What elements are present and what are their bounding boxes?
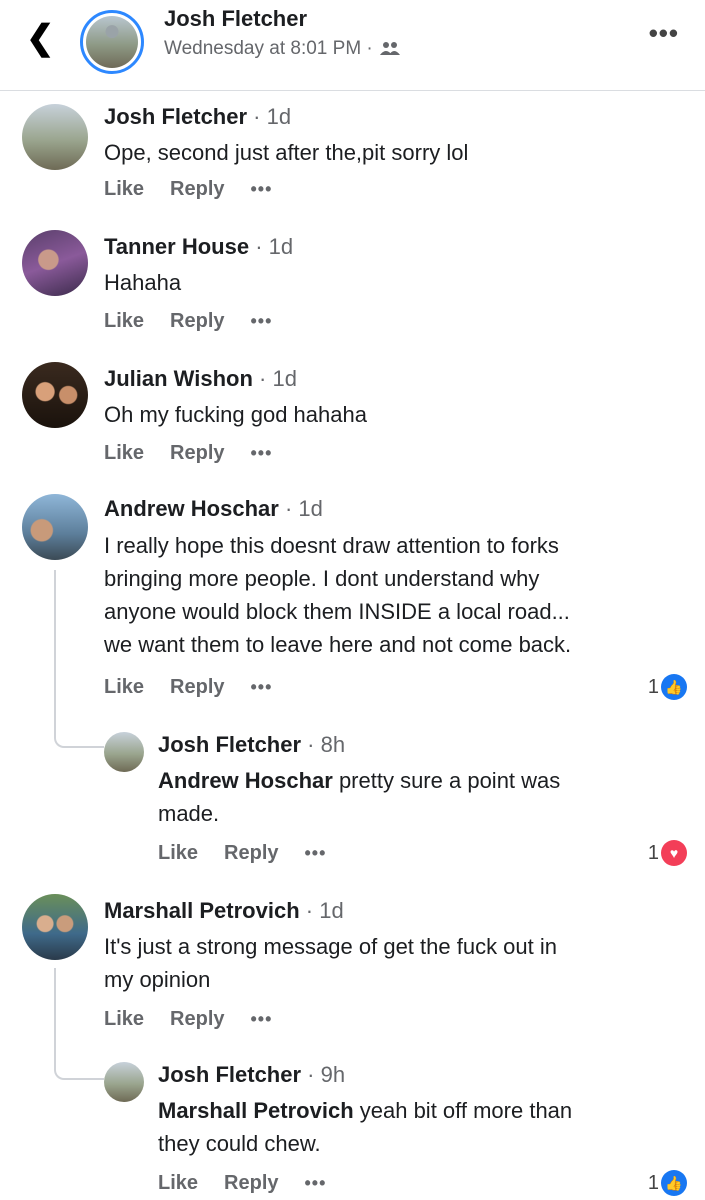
comment-actions: Like Reply ••• (158, 842, 326, 865)
reply-button[interactable]: Reply (170, 310, 224, 333)
commenter-name[interactable]: Josh Fletcher · 8h (158, 732, 345, 758)
commenter-name-text[interactable]: Julian Wishon (104, 366, 253, 391)
comment-text: It's just a strong message of get the fu… (104, 930, 557, 996)
avatar[interactable] (22, 362, 88, 428)
timestamp-text: Wednesday at 8:01 PM · (164, 38, 373, 59)
reply-button[interactable]: Reply (224, 1172, 278, 1195)
like-button[interactable]: Like (104, 442, 144, 465)
more-icon[interactable]: ••• (251, 1009, 273, 1030)
comment-time: · 1d (305, 898, 344, 923)
comment-actions: Like Reply ••• (104, 310, 272, 333)
comment-text-line: they could chew. (158, 1131, 321, 1156)
more-icon[interactable]: ••• (251, 179, 273, 200)
commenter-name-text[interactable]: Josh Fletcher (158, 1062, 301, 1087)
more-icon[interactable]: ••• (251, 311, 273, 332)
author-name[interactable]: Josh Fletcher (164, 6, 307, 32)
reaction-summary[interactable]: 1 ♥ (648, 840, 687, 866)
avatar[interactable] (80, 10, 144, 74)
more-icon[interactable]: ••• (251, 443, 273, 464)
comment-time: · 1d (255, 234, 294, 259)
comment-text-line: we want them to leave here and not come … (104, 632, 572, 657)
post-timestamp: Wednesday at 8:01 PM · (164, 38, 401, 60)
reply-button[interactable]: Reply (224, 842, 278, 865)
commenter-name[interactable]: Marshall Petrovich · 1d (104, 898, 344, 924)
thread-connector (54, 968, 104, 1080)
more-icon[interactable]: ••• (251, 677, 273, 698)
mention-link[interactable]: Marshall Petrovich (158, 1098, 354, 1123)
commenter-name[interactable]: Andrew Hoschar · 1d (104, 496, 323, 522)
commenter-name-text[interactable]: Marshall Petrovich (104, 898, 300, 923)
heart-icon: ♥ (661, 840, 687, 866)
comment-time: · 9h (307, 1062, 346, 1087)
comment-text: I really hope this doesnt draw attention… (104, 529, 571, 661)
commenter-name[interactable]: Julian Wishon · 1d (104, 366, 297, 392)
comment-text-line: made. (158, 801, 220, 826)
comment-text: Oh my fucking god hahaha (104, 402, 367, 427)
avatar[interactable] (22, 104, 88, 170)
reaction-count: 1 (647, 1171, 659, 1194)
comment-actions: Like Reply ••• (104, 1008, 272, 1031)
comment-time: · 1d (284, 496, 323, 521)
commenter-name-text[interactable]: Josh Fletcher (104, 104, 247, 129)
commenter-name[interactable]: Josh Fletcher · 9h (158, 1062, 345, 1088)
comment-time: · 1d (253, 104, 292, 129)
reaction-count: 1 (647, 675, 659, 698)
commenter-name-text[interactable]: Josh Fletcher (158, 732, 301, 757)
avatar[interactable] (22, 494, 88, 560)
more-icon[interactable]: ••• (305, 1173, 327, 1194)
more-icon[interactable]: ••• (649, 18, 679, 49)
comment-text: Marshall Petrovich yeah bit off more tha… (158, 1094, 572, 1160)
thumbs-up-icon: 👍 (661, 674, 687, 700)
comment-text-line: yeah bit off more than (353, 1098, 573, 1123)
comment-actions: Like Reply ••• (104, 178, 272, 201)
friends-icon (379, 42, 400, 55)
like-button[interactable]: Like (158, 842, 198, 865)
comment-time: · 8h (307, 732, 346, 757)
avatar[interactable] (22, 230, 88, 296)
commenter-name[interactable]: Josh Fletcher · 1d (104, 104, 291, 130)
comment-time: · 1d (259, 366, 297, 391)
like-button[interactable]: Like (104, 676, 144, 699)
like-button[interactable]: Like (104, 178, 144, 201)
comment-text-line: It's just a strong message of get the fu… (104, 934, 557, 959)
reaction-summary[interactable]: 1 👍 (648, 1170, 687, 1196)
like-button[interactable]: Like (104, 1008, 144, 1031)
comment-text: Ope, second just after the,pit sorry lol (104, 140, 469, 165)
reaction-summary[interactable]: 1 👍 (648, 674, 687, 700)
comment-actions: Like Reply ••• (104, 442, 272, 465)
comment-text-line: anyone would block them INSIDE a local r… (104, 599, 570, 624)
comment-actions: Like Reply ••• (104, 676, 272, 699)
thumbs-up-icon: 👍 (661, 1170, 687, 1196)
avatar[interactable] (104, 732, 144, 772)
like-button[interactable]: Like (104, 310, 144, 333)
avatar[interactable] (22, 894, 88, 960)
comment-actions: Like Reply ••• (158, 1172, 326, 1195)
comment-text: Andrew Hoschar pretty sure a point was m… (158, 764, 560, 830)
comment-text: Hahaha (104, 270, 182, 295)
reply-button[interactable]: Reply (170, 178, 224, 201)
post-header: ❮ Josh Fletcher Wednesday at 8:01 PM · •… (0, 0, 705, 91)
avatar[interactable] (104, 1062, 144, 1102)
chevron-left-icon[interactable]: ❮ (26, 18, 56, 58)
reply-button[interactable]: Reply (170, 676, 224, 699)
commenter-name-text[interactable]: Andrew Hoschar (104, 496, 279, 521)
reply-button[interactable]: Reply (170, 1008, 224, 1031)
comment-text-line: pretty sure a point was (332, 768, 561, 793)
comment-text-line: I really hope this doesnt draw attention… (104, 533, 559, 558)
thread-connector (54, 570, 104, 748)
commenter-name-text[interactable]: Tanner House (104, 234, 249, 259)
mention-link[interactable]: Andrew Hoschar (158, 768, 333, 793)
more-icon[interactable]: ••• (305, 843, 327, 864)
commenter-name[interactable]: Tanner House · 1d (104, 234, 293, 260)
reaction-count: 1 (647, 841, 659, 864)
comment-text-line: bringing more people. I dont understand … (104, 566, 540, 591)
comment-text-line: my opinion (104, 967, 211, 992)
like-button[interactable]: Like (158, 1172, 198, 1195)
reply-button[interactable]: Reply (170, 442, 224, 465)
